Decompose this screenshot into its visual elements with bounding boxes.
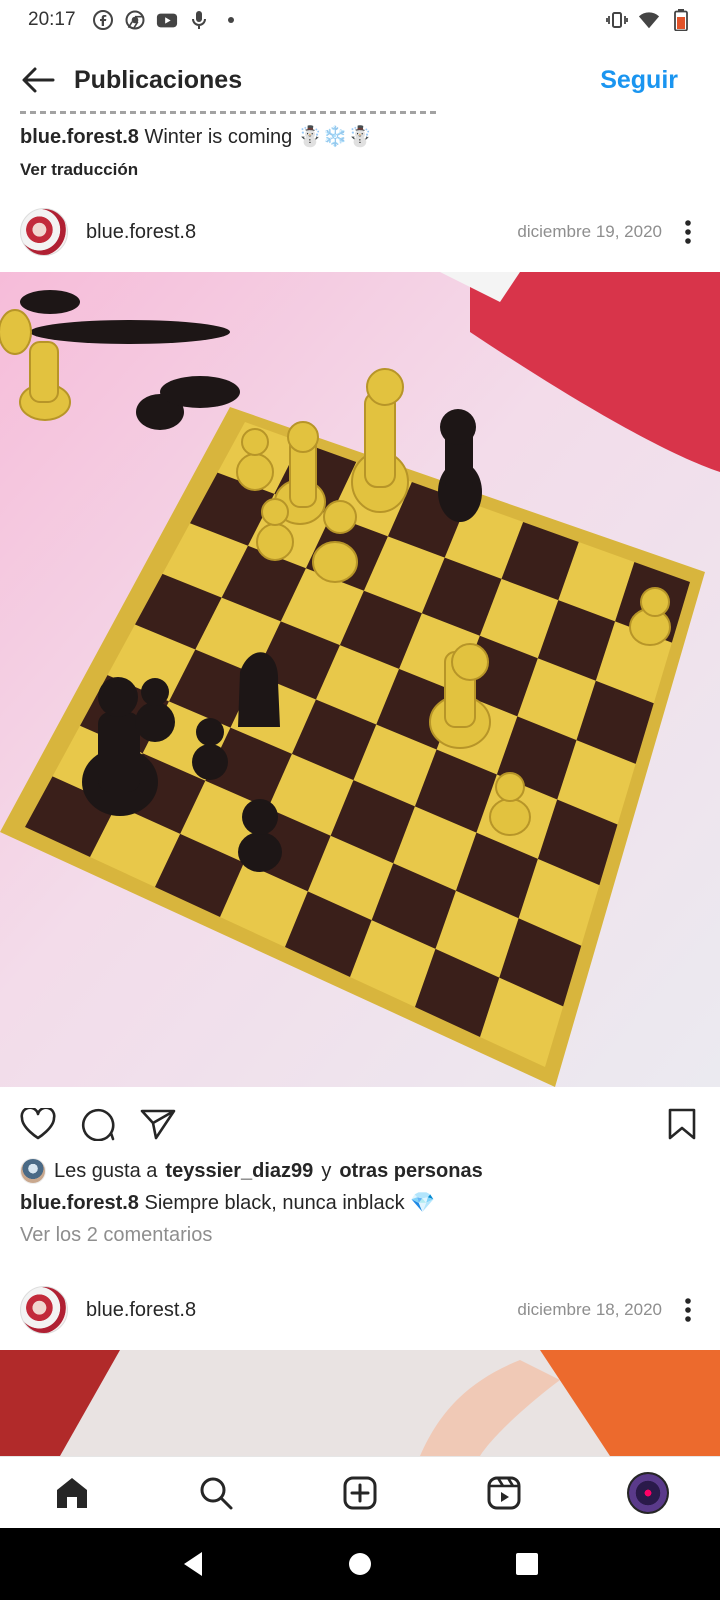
profile-avatar (627, 1471, 669, 1514)
reels-icon (487, 1476, 521, 1509)
search-icon (200, 1477, 233, 1509)
post-image[interactable] (0, 272, 720, 1087)
home-icon (57, 1477, 87, 1508)
dot-icon (220, 9, 242, 31)
home-circle-icon (348, 1553, 371, 1575)
nav-home[interactable] (48, 1469, 96, 1517)
avatar[interactable] (20, 1286, 68, 1334)
next-post-image[interactable] (0, 1350, 720, 1456)
facebook-icon (92, 9, 114, 31)
more-vertical-icon (685, 1298, 691, 1322)
vibrate-icon (606, 9, 628, 31)
caption-username[interactable]: blue.forest.8 (20, 1192, 139, 1214)
save-button[interactable] (662, 1104, 702, 1144)
create-icon (343, 1476, 377, 1509)
post-username[interactable]: blue.forest.8 (86, 221, 196, 244)
send-icon (140, 1109, 176, 1140)
chrome-icon (124, 9, 146, 31)
photo-thumbnail (0, 1350, 720, 1456)
system-home-button[interactable] (336, 1540, 384, 1588)
post-username[interactable]: blue.forest.8 (86, 1299, 196, 1322)
youtube-icon (156, 9, 178, 31)
nav-create[interactable] (336, 1469, 384, 1517)
post-actions (0, 1100, 720, 1148)
post-date: diciembre 19, 2020 (517, 222, 662, 241)
post-caption: blue.forest.8 Siempre black, nunca inbla… (20, 1190, 435, 1215)
system-status-icons (606, 9, 692, 31)
post-date: diciembre 18, 2020 (517, 1300, 662, 1319)
status-bar: 20:17 (0, 0, 720, 40)
likes-user[interactable]: teyssier_diaz99 (165, 1160, 313, 1183)
clipped-text-line (20, 108, 440, 116)
post-header: blue.forest.8 diciembre 19, 2020 (0, 200, 720, 264)
arrow-left-icon (22, 67, 55, 93)
previous-post-caption: blue.forest.8 Winter is coming ☃️❄️☃️ (20, 124, 373, 149)
chessboard-photo (0, 272, 720, 1087)
nav-profile[interactable] (624, 1469, 672, 1517)
bookmark-icon (668, 1108, 696, 1140)
more-options-button[interactable] (676, 212, 700, 252)
system-navigation-bar (0, 1528, 720, 1600)
nav-search[interactable] (192, 1469, 240, 1517)
microphone-icon (188, 9, 210, 31)
page-title: Publicaciones (74, 65, 243, 94)
battery-icon (670, 9, 692, 31)
comment-icon (81, 1108, 115, 1141)
view-comments-link[interactable]: Ver los 2 comentarios (20, 1224, 212, 1247)
avatar[interactable] (20, 208, 68, 256)
heart-icon (20, 1108, 56, 1140)
recents-icon (515, 1553, 538, 1575)
caption-username[interactable]: blue.forest.8 (20, 126, 139, 148)
more-vertical-icon (685, 220, 691, 244)
notification-icons (92, 9, 242, 31)
next-post-header: blue.forest.8 diciembre 18, 2020 (0, 1278, 720, 1342)
back-button[interactable] (18, 60, 58, 100)
likes-connector: y (321, 1159, 332, 1182)
back-icon (184, 1552, 203, 1576)
nav-reels[interactable] (480, 1469, 528, 1517)
comment-button[interactable] (78, 1104, 118, 1144)
wifi-icon (638, 9, 660, 31)
likes-summary[interactable]: Les gusta a teyssier_diaz99 y otras pers… (20, 1158, 483, 1184)
follow-button[interactable]: Seguir (600, 66, 678, 95)
caption-text: Winter is coming ☃️❄️☃️ (144, 126, 373, 148)
share-button[interactable] (138, 1104, 178, 1144)
status-time: 20:17 (28, 9, 76, 30)
liker-avatar (20, 1158, 46, 1184)
bottom-navigation (0, 1456, 720, 1528)
system-back-button[interactable] (169, 1540, 217, 1588)
like-button[interactable] (18, 1104, 58, 1144)
translate-link[interactable]: Ver traducción (20, 160, 138, 180)
more-options-button[interactable] (676, 1290, 700, 1330)
system-recents-button[interactable] (503, 1540, 551, 1588)
likes-prefix: Les gusta a (54, 1159, 158, 1182)
likes-suffix[interactable]: otras personas (339, 1160, 482, 1183)
top-app-bar: Publicaciones Seguir (0, 48, 720, 112)
caption-text: Siempre black, nunca inblack 💎 (144, 1192, 436, 1214)
